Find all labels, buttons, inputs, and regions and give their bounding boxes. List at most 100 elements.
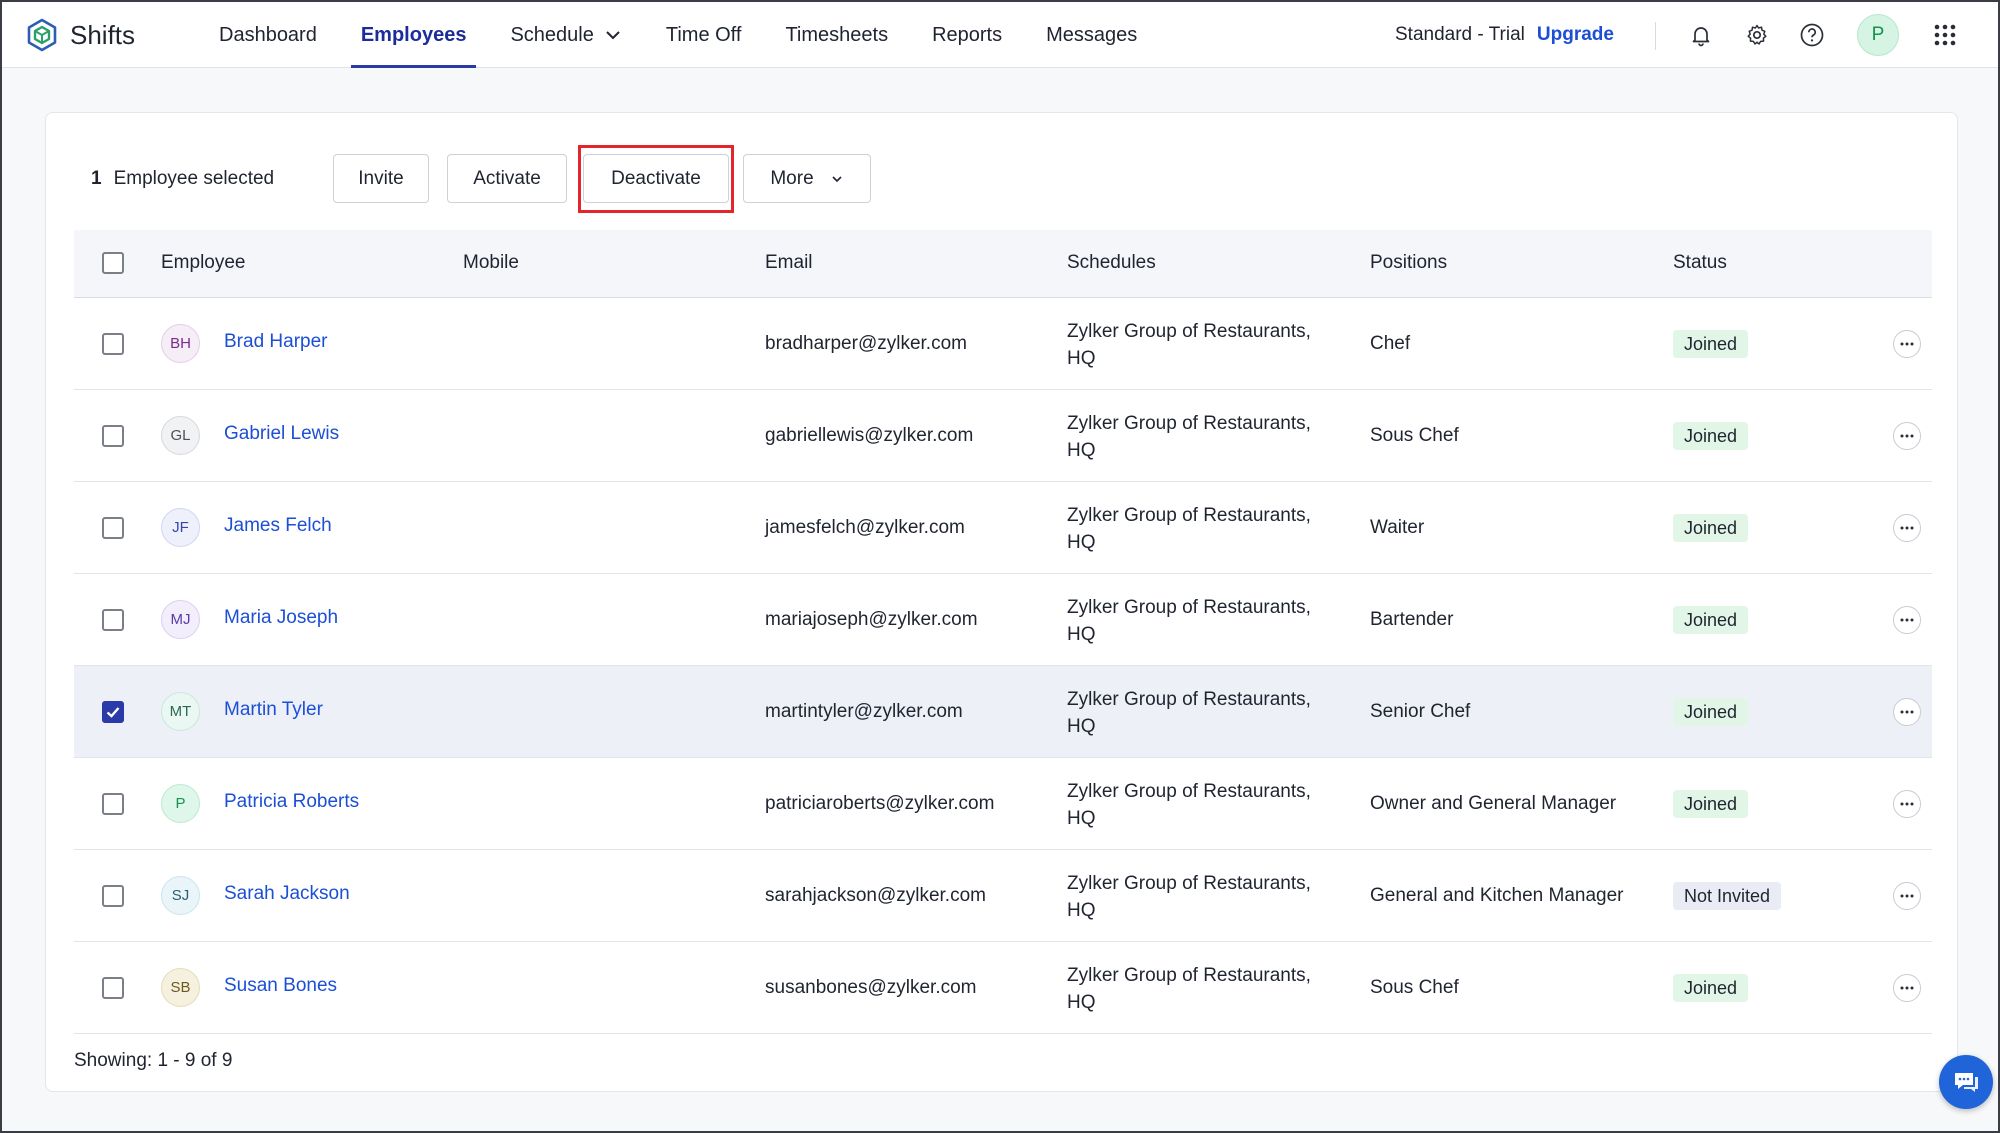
pagination-summary: Showing: 1 - 9 of 9 bbox=[74, 1050, 233, 1071]
invite-button[interactable]: Invite bbox=[333, 154, 429, 203]
user-avatar[interactable]: P bbox=[1857, 14, 1899, 56]
employee-name-link[interactable]: Sarah Jackson bbox=[224, 883, 350, 905]
upgrade-link[interactable]: Upgrade bbox=[1537, 24, 1614, 46]
employee-name-link[interactable]: Patricia Roberts bbox=[224, 791, 359, 813]
employee-position: Waiter bbox=[1370, 517, 1425, 538]
apps-menu-button[interactable] bbox=[1931, 21, 1959, 49]
apps-grid-icon bbox=[1934, 24, 1956, 46]
employee-schedule: Zylker Group of Restaurants, HQ bbox=[1067, 318, 1311, 372]
row-actions-button[interactable] bbox=[1893, 882, 1921, 910]
schedule-line-2: HQ bbox=[1067, 992, 1096, 1013]
more-actions-button[interactable]: More bbox=[743, 154, 871, 203]
employee-name-link[interactable]: Gabriel Lewis bbox=[224, 423, 339, 445]
header-mobile: Mobile bbox=[463, 252, 519, 273]
table-header: Employee Mobile Email Schedules Position… bbox=[74, 230, 1932, 298]
employee-schedule: Zylker Group of Restaurants, HQ bbox=[1067, 870, 1311, 924]
schedule-line-1: Zylker Group of Restaurants, bbox=[1067, 781, 1311, 802]
plan-label: Standard - Trial bbox=[1395, 24, 1525, 45]
nav-time-off-label: Time Off bbox=[665, 23, 742, 46]
check-icon bbox=[106, 707, 120, 718]
employee-schedule: Zylker Group of Restaurants, HQ bbox=[1067, 410, 1311, 464]
row-actions-button[interactable] bbox=[1893, 974, 1921, 1002]
employee-schedule: Zylker Group of Restaurants, HQ bbox=[1067, 686, 1311, 740]
row-checkbox[interactable] bbox=[102, 977, 124, 999]
schedule-line-2: HQ bbox=[1067, 348, 1096, 369]
employee-email: martintyler@zylker.com bbox=[765, 701, 963, 722]
row-checkbox[interactable] bbox=[102, 333, 124, 355]
ellipsis-icon bbox=[1900, 526, 1914, 530]
employee-schedule: Zylker Group of Restaurants, HQ bbox=[1067, 962, 1311, 1016]
employee-avatar: P bbox=[161, 784, 200, 823]
bell-icon bbox=[1692, 27, 1710, 47]
user-avatar-initial: P bbox=[1871, 24, 1885, 45]
table-row[interactable]: MT Martin Tyler martintyler@zylker.com Zylk… bbox=[74, 666, 1932, 758]
nav-reports[interactable]: Reports bbox=[910, 2, 1024, 68]
ellipsis-icon bbox=[1900, 710, 1914, 714]
header-schedules: Schedules bbox=[1067, 252, 1156, 273]
row-checkbox[interactable] bbox=[102, 793, 124, 815]
gear-icon bbox=[1747, 24, 1767, 45]
table-row[interactable]: BH Brad Harper bradharper@zylker.com Zylker… bbox=[74, 298, 1932, 390]
settings-button[interactable] bbox=[1743, 21, 1771, 49]
employee-name-link[interactable]: Brad Harper bbox=[224, 331, 328, 353]
employee-name-link[interactable]: Maria Joseph bbox=[224, 607, 338, 629]
employee-email: susanbones@zylker.com bbox=[765, 977, 977, 998]
select-all-checkbox[interactable] bbox=[102, 252, 124, 274]
employee-email: gabriellewis@zylker.com bbox=[765, 425, 974, 446]
nav-messages[interactable]: Messages bbox=[1024, 2, 1159, 68]
help-button[interactable] bbox=[1798, 21, 1826, 49]
nav-time-off[interactable]: Time Off bbox=[644, 2, 764, 68]
nav-employees[interactable]: Employees bbox=[339, 2, 489, 68]
nav-timesheets[interactable]: Timesheets bbox=[763, 2, 910, 68]
schedule-line-2: HQ bbox=[1067, 716, 1096, 737]
table-row[interactable]: JF James Felch jamesfelch@zylker.com Zylker… bbox=[74, 482, 1932, 574]
table-row[interactable]: SJ Sarah Jackson sarahjackson@zylker.com Zy… bbox=[74, 850, 1932, 942]
row-checkbox[interactable] bbox=[102, 701, 124, 723]
row-actions-button[interactable] bbox=[1893, 790, 1921, 818]
ellipsis-icon bbox=[1900, 434, 1914, 438]
row-actions-button[interactable] bbox=[1893, 422, 1921, 450]
nav-dashboard[interactable]: Dashboard bbox=[197, 2, 339, 68]
table-row[interactable]: MJ Maria Joseph mariajoseph@zylker.com Zylk… bbox=[74, 574, 1932, 666]
employee-email: bradharper@zylker.com bbox=[765, 333, 967, 354]
employee-email: mariajoseph@zylker.com bbox=[765, 609, 978, 630]
deactivate-button[interactable]: Deactivate bbox=[583, 154, 729, 203]
schedule-line-1: Zylker Group of Restaurants, bbox=[1067, 321, 1311, 342]
status-badge: Joined bbox=[1673, 606, 1749, 634]
schedule-line-1: Zylker Group of Restaurants, bbox=[1067, 873, 1311, 894]
table-row[interactable]: SB Susan Bones susanbones@zylker.com Zylker… bbox=[74, 942, 1932, 1034]
ellipsis-icon bbox=[1900, 986, 1914, 990]
employee-name-link[interactable]: Susan Bones bbox=[224, 975, 337, 997]
row-actions-button[interactable] bbox=[1893, 330, 1921, 358]
status-badge: Joined bbox=[1673, 974, 1749, 1002]
employee-name-link[interactable]: Martin Tyler bbox=[224, 699, 323, 721]
row-checkbox[interactable] bbox=[102, 425, 124, 447]
header-status: Status bbox=[1673, 252, 1727, 273]
chat-button[interactable] bbox=[1939, 1055, 1993, 1109]
brand[interactable]: Shifts bbox=[24, 16, 135, 54]
row-checkbox[interactable] bbox=[102, 517, 124, 539]
activate-button[interactable]: Activate bbox=[447, 154, 567, 203]
row-checkbox[interactable] bbox=[102, 885, 124, 907]
status-badge: Joined bbox=[1673, 330, 1749, 358]
schedule-line-2: HQ bbox=[1067, 808, 1096, 829]
nav-schedule[interactable]: Schedule bbox=[488, 2, 643, 68]
header-email: Email bbox=[765, 252, 813, 273]
table-row[interactable]: GL Gabriel Lewis gabriellewis@zylker.com Zy… bbox=[74, 390, 1932, 482]
selection-summary: 1 Employee selected bbox=[91, 168, 274, 190]
table-row[interactable]: P Patricia Roberts patriciaroberts@zylker.… bbox=[74, 758, 1932, 850]
employee-avatar: BH bbox=[161, 324, 200, 363]
employee-schedule: Zylker Group of Restaurants, HQ bbox=[1067, 502, 1311, 556]
employee-name-link[interactable]: James Felch bbox=[224, 515, 332, 537]
row-actions-button[interactable] bbox=[1893, 606, 1921, 634]
employee-initials: MJ bbox=[170, 611, 191, 628]
schedule-line-1: Zylker Group of Restaurants, bbox=[1067, 597, 1311, 618]
employee-schedule: Zylker Group of Restaurants, HQ bbox=[1067, 778, 1311, 832]
employee-initials: GL bbox=[170, 427, 191, 444]
employee-position: Chef bbox=[1370, 333, 1411, 354]
row-actions-button[interactable] bbox=[1893, 698, 1921, 726]
row-checkbox[interactable] bbox=[102, 609, 124, 631]
row-actions-button[interactable] bbox=[1893, 514, 1921, 542]
employee-position: General and Kitchen Manager bbox=[1370, 885, 1624, 906]
notifications-button[interactable] bbox=[1687, 21, 1715, 49]
